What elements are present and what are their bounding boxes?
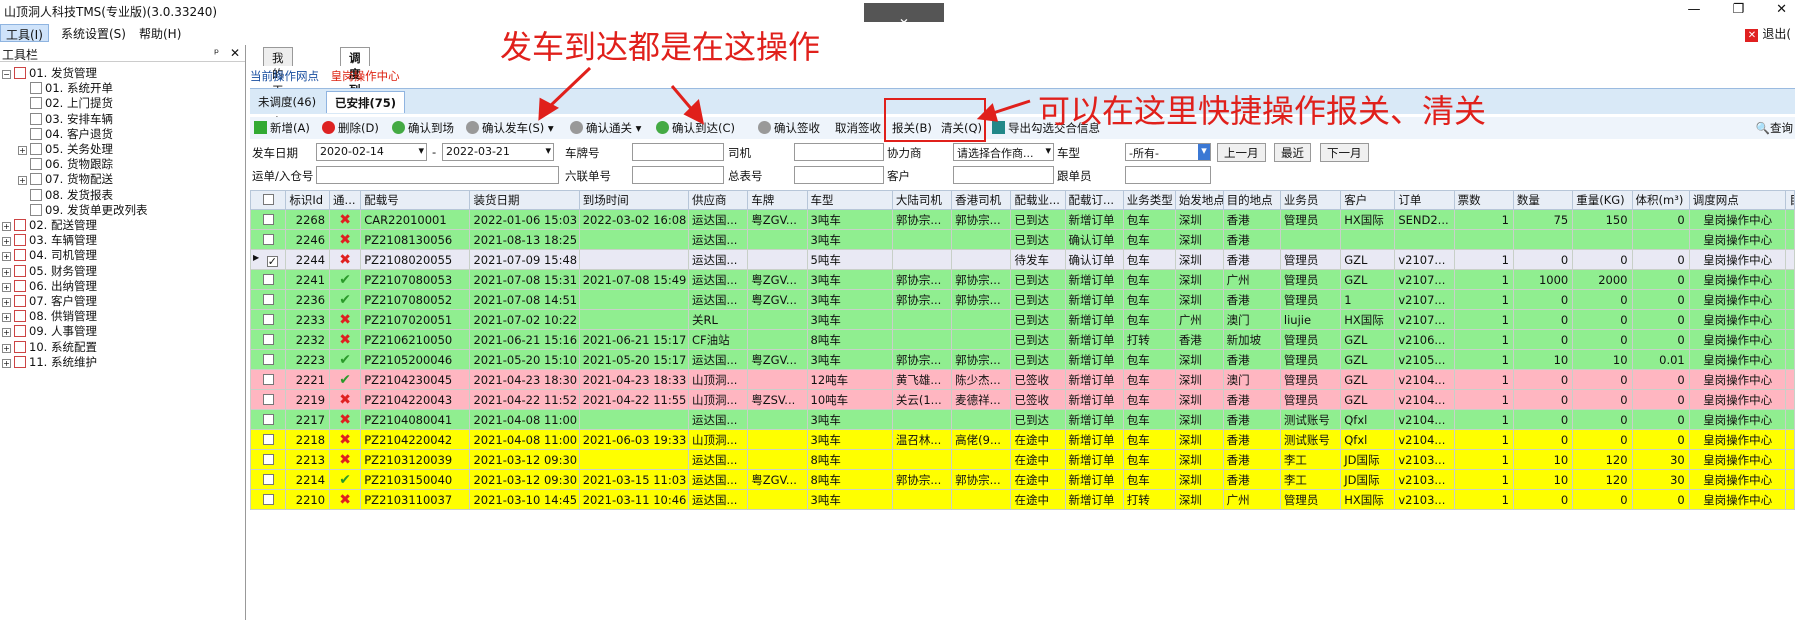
arrow-line-left <box>546 66 592 110</box>
annotation-arrows <box>538 66 1031 125</box>
arrow-head-customs <box>976 103 999 122</box>
arrow-line-customs <box>989 99 1031 116</box>
